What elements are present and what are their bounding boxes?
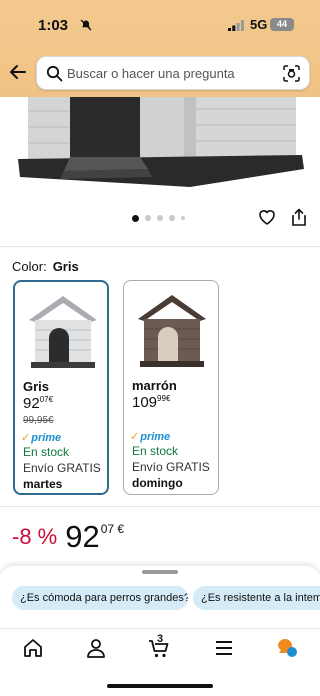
camera-scan-icon[interactable]	[282, 64, 301, 83]
deal-price-whole: 92	[65, 519, 100, 554]
variant-card-marron[interactable]: marrón 10999€ ✓prime En stock Envío GRAT…	[123, 280, 219, 495]
carousel-dot[interactable]	[145, 215, 151, 221]
prime-check-icon: ✓	[21, 432, 31, 444]
silent-bell-icon	[80, 19, 92, 31]
carousel-dot[interactable]	[181, 216, 185, 220]
carousel-dot[interactable]	[132, 214, 139, 222]
heart-icon[interactable]	[258, 208, 276, 226]
variant-stock: En stock	[132, 444, 179, 458]
network-label: 5G	[250, 17, 268, 32]
divider	[0, 246, 320, 247]
variant-stock: En stock	[23, 445, 70, 459]
color-value: Gris	[52, 259, 79, 274]
account-icon[interactable]	[85, 637, 107, 659]
prime-badge: ✓prime	[21, 432, 62, 444]
prime-badge: ✓prime	[130, 431, 171, 443]
variant-delivery-day: domingo	[132, 476, 183, 490]
prime-check-icon: ✓	[130, 431, 140, 443]
back-arrow-icon[interactable]	[8, 62, 28, 82]
search-placeholder: Buscar o hacer una pregunta	[67, 66, 235, 81]
status-time: 1:03	[38, 17, 69, 34]
status-bar: 1:03 5G 44	[0, 0, 320, 50]
brown-doghouse-thumbnail	[138, 295, 206, 367]
question-chip[interactable]: ¿Es cómoda para perros grandes?	[12, 586, 188, 610]
home-icon[interactable]	[22, 637, 44, 659]
variant-delivery-day: martes	[23, 477, 63, 491]
question-chip[interactable]: ¿Es resistente a la intemp	[193, 586, 320, 610]
variant-name: Gris	[23, 379, 50, 394]
variant-price: 9207€	[23, 395, 54, 412]
variant-shipping: Envío GRATIS	[132, 460, 210, 474]
product-image[interactable]	[0, 97, 320, 193]
home-indicator	[107, 684, 213, 688]
share-icon[interactable]	[291, 208, 307, 226]
doghouse-photo	[0, 97, 320, 193]
variant-old-price: 99,95€	[23, 415, 54, 426]
carousel-dots[interactable]	[132, 214, 185, 222]
app-header: 1:03 5G 44 Buscar o hacer una pregunta	[0, 0, 320, 97]
sheet-grabber[interactable]	[142, 570, 178, 574]
color-selector-label: Color: Gris	[12, 259, 79, 274]
variant-card-gris[interactable]: Gris 9207€ 99,95€ ✓prime En stock Envío …	[13, 280, 109, 495]
carousel-dot[interactable]	[169, 215, 175, 221]
variant-price: 10999€	[132, 394, 171, 411]
color-label: Color:	[12, 259, 47, 274]
deal-price: -8 % 92 07 €	[12, 520, 124, 554]
search-icon	[46, 65, 63, 82]
cart-count: 3	[157, 633, 164, 645]
variant-shipping: Envío GRATIS	[23, 461, 101, 475]
variant-name: marrón	[132, 378, 177, 393]
deal-price-cents: 07 €	[100, 522, 125, 536]
grey-doghouse-thumbnail	[29, 296, 97, 368]
menu-icon[interactable]	[213, 637, 235, 659]
rufus-assistant-icon[interactable]	[276, 637, 298, 659]
battery-indicator: 44	[270, 18, 294, 31]
search-bar[interactable]: Buscar o hacer una pregunta	[36, 56, 310, 90]
discount-percent: -8 %	[12, 524, 58, 549]
signal-icon	[228, 20, 244, 31]
carousel-dot[interactable]	[157, 215, 163, 221]
divider	[0, 506, 320, 507]
suggested-questions-sheet[interactable]: ¿Es cómoda para perros grandes? ¿Es resi…	[0, 566, 320, 628]
